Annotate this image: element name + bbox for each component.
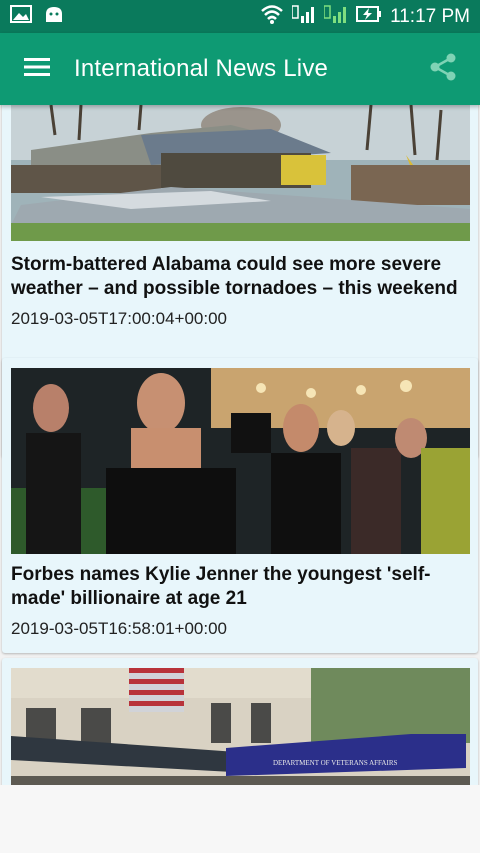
sim2-signal-icon	[323, 4, 348, 30]
android-icon	[44, 5, 64, 28]
news-card[interactable]: Forbes names Kylie Jenner the youngest '…	[2, 358, 478, 653]
wifi-icon	[260, 4, 284, 30]
article-headline[interactable]: Storm-battered Alabama could see more se…	[11, 253, 471, 301]
app-title: International News Live	[74, 55, 329, 82]
app-bar: International News Live	[0, 33, 480, 105]
building-sign-text: DEPARTMENT OF VETERANS AFFAIRS	[273, 759, 397, 767]
bottom-blank-area	[0, 785, 480, 853]
news-card[interactable]: DEPARTMENT OF VETERANS AFFAIRS	[2, 658, 478, 785]
share-icon	[428, 52, 458, 87]
article-date: 2019-03-05T16:58:01+00:00	[11, 619, 227, 638]
status-bar: 11:17 PM	[0, 0, 480, 33]
article-image-storm[interactable]	[11, 105, 470, 241]
menu-button[interactable]	[0, 33, 74, 105]
article-image-red-carpet[interactable]	[11, 368, 470, 554]
battery-charging-icon	[356, 5, 382, 29]
article-date: 2019-03-05T17:00:04+00:00	[11, 309, 227, 328]
news-feed[interactable]: Storm-battered Alabama could see more se…	[0, 105, 480, 785]
sim1-signal-icon	[291, 4, 316, 30]
article-image-veterans[interactable]: DEPARTMENT OF VETERANS AFFAIRS	[11, 668, 470, 785]
photo-icon	[10, 5, 32, 28]
status-time: 11:17 PM	[390, 5, 470, 27]
share-button[interactable]	[406, 33, 480, 105]
hamburger-menu-icon	[24, 57, 50, 82]
article-headline[interactable]: Forbes names Kylie Jenner the youngest '…	[11, 563, 471, 611]
